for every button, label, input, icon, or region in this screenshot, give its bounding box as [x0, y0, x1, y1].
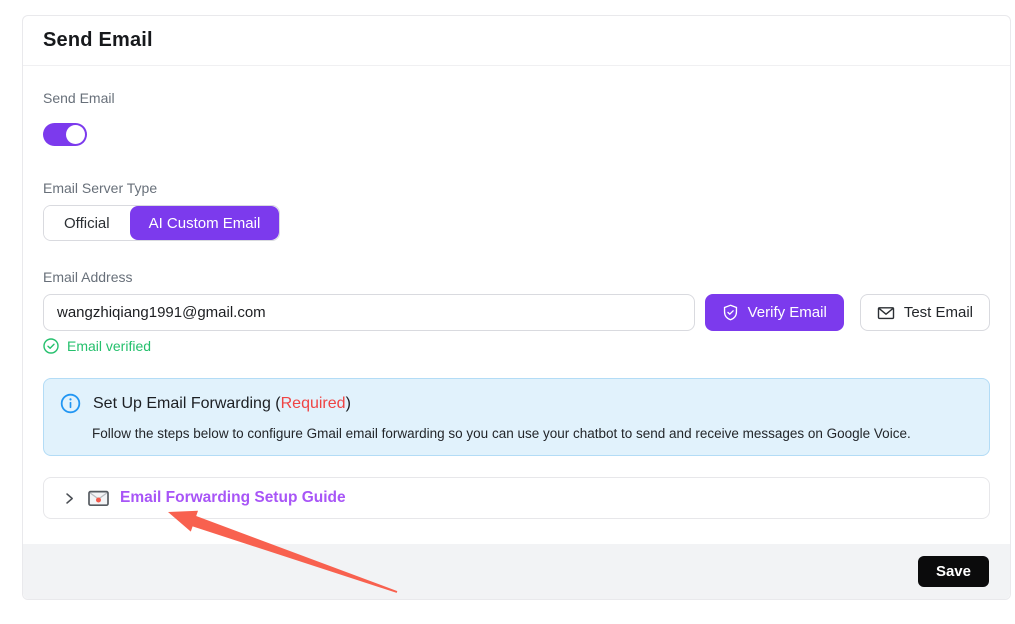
server-type-label: Email Server Type — [43, 180, 990, 197]
card-body: Send Email Email Server Type Official AI… — [23, 66, 1010, 544]
toggle-knob — [66, 125, 85, 144]
info-alert-description: Follow the steps below to configure Gmai… — [92, 426, 973, 441]
shield-check-icon — [722, 304, 739, 321]
info-title-suffix: ) — [346, 395, 351, 412]
email-forwarding-guide-collapse[interactable]: Email Forwarding Setup Guide — [43, 477, 990, 519]
email-envelope-icon — [88, 490, 109, 507]
server-type-option-official[interactable]: Official — [44, 206, 130, 240]
server-type-segmented-control: Official AI Custom Email — [43, 205, 280, 241]
info-circle-icon — [60, 393, 81, 414]
info-title-prefix: Set Up Email Forwarding ( — [93, 395, 281, 412]
info-alert-header: Set Up Email Forwarding (Required) — [60, 393, 973, 414]
test-email-button[interactable]: Test Email — [860, 294, 990, 331]
send-email-toggle[interactable] — [43, 123, 87, 146]
email-address-row: Verify Email Test Email — [43, 294, 990, 331]
info-alert-title: Set Up Email Forwarding (Required) — [93, 395, 351, 413]
server-type-option-ai-custom[interactable]: AI Custom Email — [130, 206, 280, 240]
verify-email-button[interactable]: Verify Email — [705, 294, 844, 331]
email-address-label: Email Address — [43, 269, 990, 286]
verify-email-label: Verify Email — [748, 304, 827, 321]
save-button[interactable]: Save — [918, 556, 989, 587]
info-required-text: Required — [281, 395, 346, 412]
send-email-card: Send Email Send Email Email Server Type … — [22, 15, 1011, 600]
page-title: Send Email — [43, 29, 990, 52]
chevron-right-icon[interactable] — [62, 491, 77, 506]
guide-title-link[interactable]: Email Forwarding Setup Guide — [120, 489, 346, 507]
email-verified-status: Email verified — [43, 338, 990, 354]
card-footer: Save — [23, 544, 1010, 599]
email-address-input[interactable] — [43, 294, 695, 331]
envelope-icon — [877, 305, 895, 321]
send-email-label: Send Email — [43, 90, 990, 107]
page: Send Email Send Email Email Server Type … — [0, 0, 1015, 624]
check-circle-icon — [43, 338, 59, 354]
email-verified-text: Email verified — [67, 338, 151, 354]
card-header: Send Email — [23, 16, 1010, 66]
test-email-label: Test Email — [904, 304, 973, 321]
email-forwarding-info-alert: Set Up Email Forwarding (Required) Follo… — [43, 378, 990, 456]
